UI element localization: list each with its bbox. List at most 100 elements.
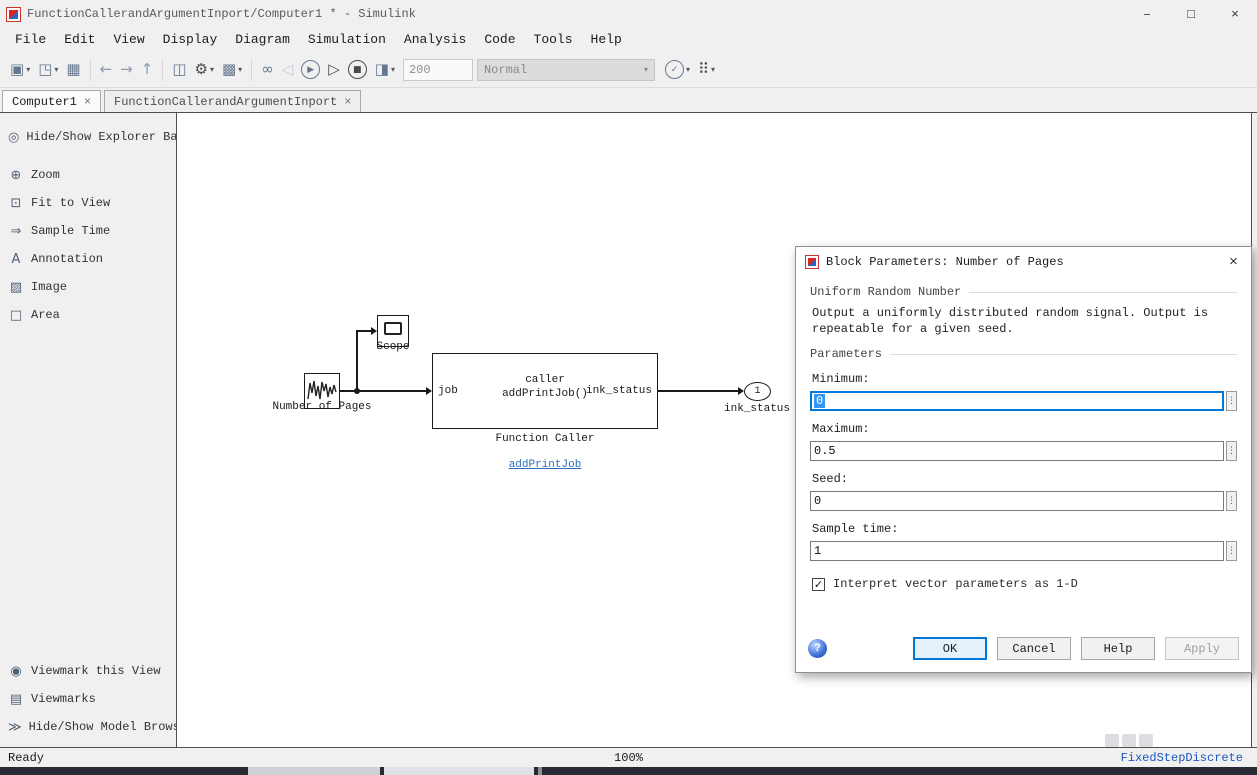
branch-wire[interactable]: [356, 330, 372, 332]
checkbox-checked[interactable]: ✓: [812, 578, 825, 591]
menu-edit[interactable]: Edit: [55, 28, 104, 52]
close-button[interactable]: ×: [1213, 0, 1257, 28]
back-icon: ←: [100, 62, 113, 77]
help-sphere-icon[interactable]: ?: [808, 639, 827, 658]
fit-to-view-icon: ⊡: [8, 196, 24, 211]
step-forward-button[interactable]: ▷: [324, 59, 344, 80]
block-parameters-dialog: Block Parameters: Number of Pages × Unif…: [795, 246, 1252, 673]
tab-computer1[interactable]: Computer1 ×: [2, 90, 101, 112]
sidebar-item-sample-time[interactable]: ⇒ Sample Time: [8, 217, 176, 245]
refresh-connections-button[interactable]: ∞: [257, 59, 278, 80]
scope-screen-icon: [384, 322, 402, 335]
menu-view[interactable]: View: [104, 28, 153, 52]
sidebar-item-viewmarks[interactable]: ▤ Viewmarks: [8, 685, 176, 713]
open-button[interactable]: ◳ ▾: [34, 59, 62, 80]
tab-close-icon[interactable]: ×: [344, 95, 351, 109]
open-icon: ◳: [38, 62, 52, 77]
branch-wire[interactable]: [356, 330, 358, 391]
menu-tools[interactable]: Tools: [525, 28, 582, 52]
sidebar-item-viewmark-this-view[interactable]: ◉ Viewmark this View: [8, 657, 176, 685]
menu-analysis[interactable]: Analysis: [395, 28, 475, 52]
forward-button[interactable]: →: [116, 59, 137, 80]
maximum-options-button[interactable]: ⋮: [1226, 441, 1237, 461]
apply-button[interactable]: Apply: [1165, 637, 1239, 660]
minimize-button[interactable]: –: [1125, 0, 1169, 28]
update-diagram-button[interactable]: ✓ ▾: [661, 57, 694, 82]
signal-wire[interactable]: [340, 390, 426, 392]
sidebar-item-annotation[interactable]: A Annotation: [8, 245, 176, 273]
taskbar-window-sliver: [538, 767, 542, 775]
maximum-input[interactable]: [810, 441, 1224, 461]
menu-code[interactable]: Code: [475, 28, 524, 52]
save-button[interactable]: ▦: [62, 59, 84, 80]
simulation-manager-button[interactable]: ▩ ▾: [218, 59, 246, 80]
seed-input[interactable]: [810, 491, 1224, 511]
chevron-down-icon: ▾: [26, 66, 30, 74]
cancel-button[interactable]: Cancel: [997, 637, 1071, 660]
dialog-close-icon[interactable]: ×: [1225, 254, 1242, 271]
maximize-button[interactable]: □: [1169, 0, 1213, 28]
menu-help[interactable]: Help: [582, 28, 631, 52]
sidebar-item-model-browser[interactable]: ≫ Hide/Show Model Browser: [8, 713, 176, 741]
minimum-label: Minimum:: [812, 372, 1237, 386]
addprintjob-link[interactable]: addPrintJob: [509, 459, 582, 471]
model-configuration-button[interactable]: ⚙ ▾: [191, 59, 218, 80]
back-button[interactable]: ←: [96, 59, 117, 80]
tab-functioncallerandargumentinport[interactable]: FunctionCallerandArgumentInport ×: [104, 90, 361, 112]
dialog-title-bar[interactable]: Block Parameters: Number of Pages ×: [796, 247, 1251, 277]
menu-simulation[interactable]: Simulation: [299, 28, 395, 52]
status-solver-link[interactable]: FixedStepDiscrete: [1121, 751, 1257, 765]
minimum-input[interactable]: 0: [810, 391, 1224, 411]
taskbar-sliver: [0, 767, 1257, 775]
signal-wire[interactable]: [658, 390, 738, 392]
taskbar-window-sliver: [248, 767, 380, 775]
sample-time-icon: ⇒: [8, 224, 24, 239]
library-browser-button[interactable]: ◫: [168, 59, 190, 80]
sidebar-item-image[interactable]: ▨ Image: [8, 273, 176, 301]
stop-button[interactable]: ■: [344, 57, 371, 82]
step-back-button[interactable]: ◁: [278, 59, 298, 80]
checkmark-icon: ✓: [814, 579, 823, 590]
status-bar: Ready 100% FixedStepDiscrete: [0, 748, 1257, 767]
seed-options-button[interactable]: ⋮: [1226, 491, 1237, 511]
sample-time-label: Sample time:: [812, 522, 1237, 536]
up-arrow-icon: ↑: [141, 62, 154, 77]
help-button[interactable]: Help: [1081, 637, 1155, 660]
menu-diagram[interactable]: Diagram: [226, 28, 299, 52]
new-model-button[interactable]: ▣ ▾: [6, 59, 34, 80]
menu-display[interactable]: Display: [154, 28, 227, 52]
simulation-display-button[interactable]: ◨ ▾: [371, 59, 399, 80]
sidebar-item-fit-to-view[interactable]: ⊡ Fit to View: [8, 189, 176, 217]
menu-file[interactable]: File: [6, 28, 55, 52]
block-description: Output a uniformly distributed random si…: [812, 305, 1237, 337]
up-to-parent-button[interactable]: ↑: [137, 59, 158, 80]
chevron-down-icon: ▾: [210, 66, 214, 74]
simulation-manager-icon: ▩: [222, 62, 236, 77]
sample-time-input[interactable]: [810, 541, 1224, 561]
run-button[interactable]: ▶: [297, 57, 324, 82]
ime-block: [1105, 734, 1119, 747]
sample-time-options-button[interactable]: ⋮: [1226, 541, 1237, 561]
sidebar-item-area[interactable]: □ Area: [8, 301, 176, 329]
stop-time-input[interactable]: [403, 59, 473, 81]
build-button[interactable]: ⠿ ▾: [694, 59, 719, 80]
zoom-icon: ⊕: [8, 168, 24, 183]
tab-close-icon[interactable]: ×: [84, 95, 91, 109]
sidebar-item-label: Area: [31, 308, 60, 322]
ok-button[interactable]: OK: [913, 637, 987, 660]
simulation-mode-select[interactable]: Normal ▾: [477, 59, 655, 81]
seed-row: ⋮: [810, 491, 1237, 511]
sidebar-item-explorer-bar[interactable]: ◎ Hide/Show Explorer Bar: [8, 123, 176, 151]
wire-arrowhead-icon: [738, 387, 744, 395]
vertical-dots-icon: ⋮: [1227, 447, 1236, 456]
selected-value: 0: [814, 394, 825, 408]
function-caller-block[interactable]: caller addPrintJob() job ink_status: [432, 353, 658, 429]
outport-block[interactable]: 1: [744, 382, 771, 401]
area-icon: □: [8, 308, 24, 323]
simulink-app-icon: [6, 7, 21, 22]
simulink-block-icon: [805, 255, 819, 269]
minimum-options-button[interactable]: ⋮: [1226, 391, 1237, 411]
title-bar: FunctionCallerandArgumentInport/Computer…: [0, 0, 1257, 28]
chevron-down-icon: ▾: [644, 66, 648, 74]
sidebar-item-zoom[interactable]: ⊕ Zoom: [8, 161, 176, 189]
